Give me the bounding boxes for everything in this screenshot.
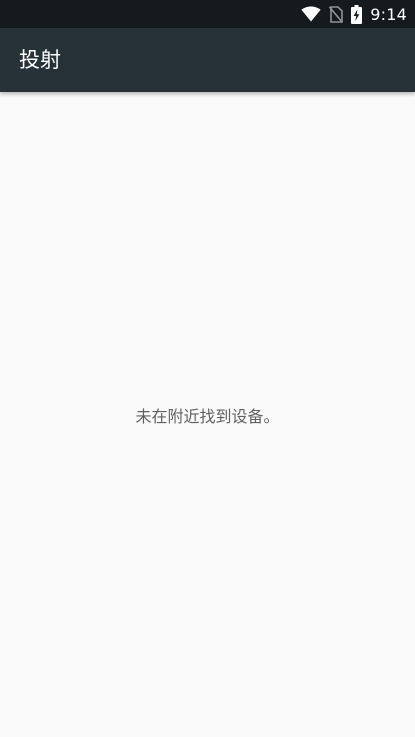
- battery-charging-icon: [351, 4, 363, 24]
- no-sim-icon: [329, 5, 344, 23]
- device-list-area: 未在附近找到设备。: [0, 92, 415, 737]
- page-title: 投射: [19, 48, 61, 72]
- status-bar: 9:14: [0, 0, 415, 28]
- empty-state-message: 未在附近找到设备。: [135, 407, 280, 426]
- status-icons: 9:14: [301, 0, 407, 28]
- wifi-icon: [301, 6, 321, 22]
- status-time: 9:14: [370, 4, 407, 24]
- app-bar: 投射: [0, 28, 415, 92]
